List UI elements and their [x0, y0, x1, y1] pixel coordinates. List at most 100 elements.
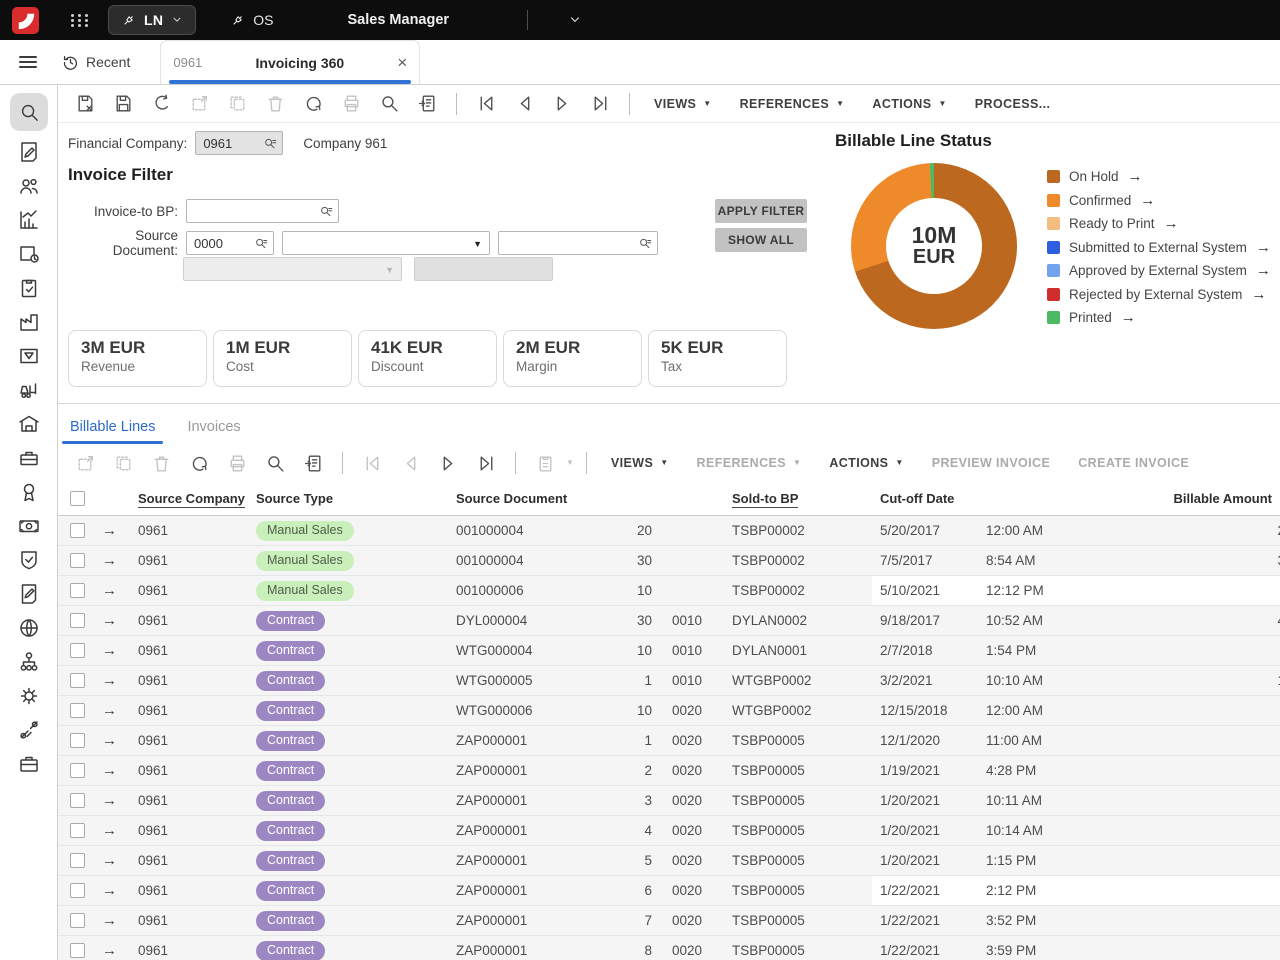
- sidebar-item-clipboard-check[interactable]: [10, 275, 48, 301]
- next-page-button[interactable]: [431, 449, 465, 477]
- table-row[interactable]: →0961ContractDYL000004300010DYLAN00029/1…: [58, 606, 1280, 636]
- lines-references-menu[interactable]: REFERENCES▼: [685, 456, 814, 470]
- row-open-arrow[interactable]: →: [96, 612, 130, 629]
- table-row[interactable]: →0961ContractWTG000006100020WTGBP000212/…: [58, 696, 1280, 726]
- row-checkbox[interactable]: [70, 703, 85, 718]
- caret-down-icon[interactable]: ▼: [566, 459, 574, 467]
- search-button[interactable]: [372, 90, 406, 118]
- recent-button[interactable]: Recent: [56, 40, 148, 84]
- refresh-lines-button[interactable]: [182, 449, 216, 477]
- row-checkbox[interactable]: [70, 763, 85, 778]
- delete-button[interactable]: [258, 90, 292, 118]
- first-record-button[interactable]: [469, 90, 503, 118]
- sidebar-item-document[interactable]: [10, 581, 48, 607]
- undo-button[interactable]: [144, 90, 178, 118]
- menu-hamburger-button[interactable]: [0, 40, 56, 84]
- role-chevron-down-icon[interactable]: [568, 13, 582, 27]
- copy-line-button[interactable]: [106, 449, 140, 477]
- sidebar-item-shield-check[interactable]: [10, 547, 48, 573]
- select-all-checkbox[interactable]: [70, 491, 85, 506]
- sidebar-item-factory[interactable]: [10, 309, 48, 335]
- col-source-type[interactable]: Source Type: [248, 491, 448, 506]
- row-open-arrow[interactable]: →: [96, 522, 130, 539]
- sidebar-item-doc-pencil[interactable]: [10, 139, 48, 165]
- preview-invoice-button[interactable]: PREVIEW INVOICE: [920, 456, 1063, 470]
- col-cut-off-date[interactable]: Cut-off Date: [872, 491, 978, 506]
- print-lines-button[interactable]: [220, 449, 254, 477]
- row-checkbox[interactable]: [70, 583, 85, 598]
- legend-drill-arrow[interactable]: →: [1140, 192, 1155, 209]
- table-row[interactable]: →0961ContractZAP00000170020TSBP000051/22…: [58, 906, 1280, 936]
- row-open-arrow[interactable]: →: [96, 882, 130, 899]
- pinned-app-os[interactable]: OS: [230, 12, 273, 28]
- views-menu[interactable]: VIEWS▼: [642, 97, 724, 111]
- process-menu[interactable]: PROCESS...: [963, 97, 1063, 111]
- table-row[interactable]: →0961Manual Sales00100000610TSBP000025/1…: [58, 576, 1280, 606]
- sidebar-item-funnel[interactable]: [10, 343, 48, 369]
- sidebar-item-search[interactable]: [10, 93, 48, 131]
- sidebar-item-globe[interactable]: [10, 615, 48, 641]
- source-document-company-field[interactable]: [186, 231, 274, 255]
- sidebar-item-briefcase[interactable]: [10, 751, 48, 777]
- source-document-extra-select[interactable]: ▼: [183, 257, 402, 281]
- sidebar-item-gear[interactable]: [10, 683, 48, 709]
- table-row[interactable]: →0961ContractZAP00000150020TSBP000051/20…: [58, 846, 1280, 876]
- col-sold-to-bp[interactable]: Sold-to BP: [724, 491, 872, 506]
- row-checkbox[interactable]: [70, 883, 85, 898]
- show-all-button[interactable]: SHOW ALL: [715, 228, 807, 252]
- references-menu[interactable]: REFERENCES▼: [728, 97, 857, 111]
- refresh-button[interactable]: [296, 90, 330, 118]
- sidebar-item-people[interactable]: [10, 173, 48, 199]
- sidebar-item-box-clock[interactable]: [10, 241, 48, 267]
- lookup-icon[interactable]: [319, 204, 334, 219]
- sidebar-item-award[interactable]: [10, 479, 48, 505]
- row-checkbox[interactable]: [70, 613, 85, 628]
- export-button[interactable]: [410, 90, 444, 118]
- row-open-arrow[interactable]: →: [96, 912, 130, 929]
- row-checkbox[interactable]: [70, 553, 85, 568]
- new-button[interactable]: [182, 90, 216, 118]
- tab-billable-lines[interactable]: Billable Lines: [68, 419, 157, 444]
- row-checkbox[interactable]: [70, 793, 85, 808]
- last-record-button[interactable]: [583, 90, 617, 118]
- row-checkbox[interactable]: [70, 913, 85, 928]
- invoice-to-bp-field[interactable]: [186, 199, 339, 223]
- sidebar-item-money[interactable]: [10, 513, 48, 539]
- financial-company-field[interactable]: [195, 131, 283, 155]
- app-grid-icon[interactable]: [71, 14, 90, 27]
- row-checkbox[interactable]: [70, 943, 85, 958]
- first-page-button[interactable]: [355, 449, 389, 477]
- row-checkbox[interactable]: [70, 523, 85, 538]
- infor-logo-icon[interactable]: [12, 7, 39, 34]
- legend-drill-arrow[interactable]: →: [1128, 168, 1143, 185]
- table-row[interactable]: →0961ContractZAP00000160020TSBP000051/22…: [58, 876, 1280, 906]
- table-row[interactable]: →0961ContractWTG00000510010WTGBP00023/2/…: [58, 666, 1280, 696]
- lookup-icon[interactable]: [638, 236, 653, 251]
- table-row[interactable]: →0961ContractZAP00000120020TSBP000051/19…: [58, 756, 1280, 786]
- lookup-icon[interactable]: [254, 236, 269, 251]
- export-lines-button[interactable]: [296, 449, 330, 477]
- row-checkbox[interactable]: [70, 853, 85, 868]
- row-open-arrow[interactable]: →: [96, 822, 130, 839]
- legend-drill-arrow[interactable]: →: [1164, 215, 1179, 232]
- search-lines-button[interactable]: [258, 449, 292, 477]
- lines-actions-menu[interactable]: ACTIONS▼: [817, 456, 915, 470]
- row-checkbox[interactable]: [70, 733, 85, 748]
- row-open-arrow[interactable]: →: [96, 852, 130, 869]
- copy-button[interactable]: [220, 90, 254, 118]
- row-open-arrow[interactable]: →: [96, 672, 130, 689]
- sidebar-item-chart[interactable]: [10, 207, 48, 233]
- status-donut-chart[interactable]: [851, 163, 1017, 329]
- row-open-arrow[interactable]: →: [96, 552, 130, 569]
- save-button[interactable]: [106, 90, 140, 118]
- new-line-button[interactable]: [68, 449, 102, 477]
- table-row[interactable]: →0961Manual Sales00100000420TSBP000025/2…: [58, 516, 1280, 546]
- lookup-icon[interactable]: [263, 136, 278, 151]
- previous-page-button[interactable]: [393, 449, 427, 477]
- delete-line-button[interactable]: [144, 449, 178, 477]
- row-open-arrow[interactable]: →: [96, 792, 130, 809]
- apply-filter-button[interactable]: APPLY FILTER: [715, 199, 807, 223]
- row-checkbox[interactable]: [70, 823, 85, 838]
- table-row[interactable]: →0961Manual Sales00100000430TSBP000027/5…: [58, 546, 1280, 576]
- legend-drill-arrow[interactable]: →: [1256, 239, 1271, 256]
